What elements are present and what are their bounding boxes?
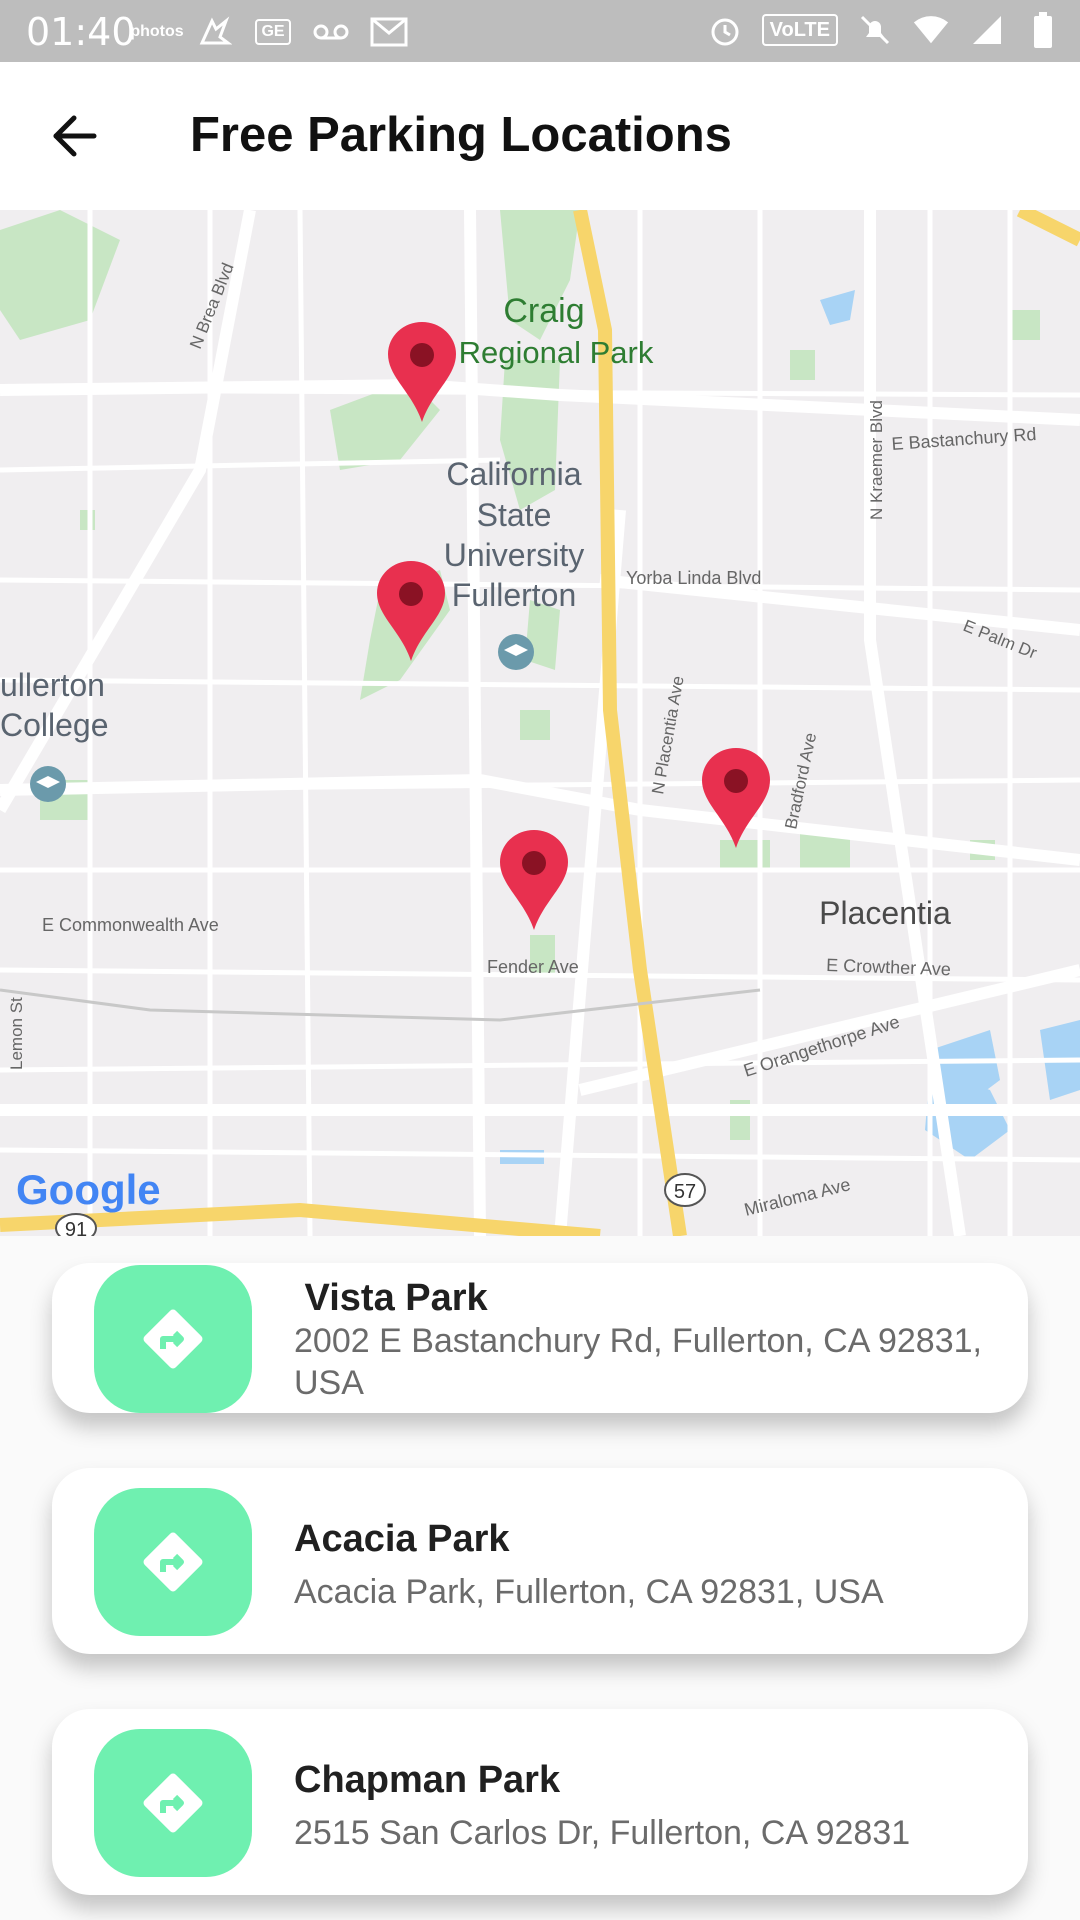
park-name: Vista Park (294, 1277, 488, 1319)
google-logo: Google (16, 1166, 161, 1213)
label-fender-ave: Fender Ave (487, 957, 579, 977)
label-yorba-linda: Yorba Linda Blvd (626, 568, 761, 588)
label-craig: Craig (503, 292, 584, 330)
google-logo-text: Google (16, 1166, 161, 1213)
park-card-acacia[interactable]: Acacia Park Acacia Park, Fullerton, CA 9… (52, 1468, 1028, 1654)
map-canvas: 57 91 Craig Regional Park California Sta… (0, 210, 1080, 1236)
directions-button[interactable] (94, 1265, 252, 1413)
label-university: University (444, 537, 584, 573)
directions-icon (143, 1532, 203, 1592)
svg-text:91: 91 (65, 1219, 87, 1236)
park-address: 2515 San Carlos Dr, Fullerton, CA 92831 (294, 1814, 911, 1852)
label-kraemer: N Kraemer Blvd (867, 400, 886, 520)
label-regional-park: Regional Park (459, 335, 654, 370)
park-name: Chapman Park (294, 1759, 561, 1801)
battery-icon (1024, 12, 1062, 48)
hwy-57-shield: 57 (664, 1173, 706, 1207)
label-lemon-st: Lemon St (7, 997, 26, 1070)
alarm-icon (706, 12, 744, 48)
label-fullerton-college-1: ullerton (0, 667, 105, 703)
park-card-chapman[interactable]: Chapman Park 2515 San Carlos Dr, Fullert… (52, 1709, 1028, 1895)
directions-icon (143, 1773, 203, 1833)
photos-icon: photos (130, 23, 184, 40)
ge-icon: GE (254, 14, 292, 50)
park-address: 2002 E Bastanchury Rd, Fullerton, CA 928… (294, 1322, 982, 1402)
page-title: Free Parking Locations (190, 108, 732, 162)
label-placentia: Placentia (819, 895, 951, 931)
ge-label: GE (255, 19, 291, 45)
status-time: 01:40 (26, 10, 136, 54)
signal-icon (968, 12, 1006, 48)
volte-icon: VoLTE (761, 14, 838, 46)
wifi-icon (912, 12, 950, 48)
label-state: State (477, 497, 552, 533)
back-button[interactable] (40, 102, 108, 170)
park-address: Acacia Park, Fullerton, CA 92831, USA (294, 1573, 884, 1611)
app-bar: Free Parking Locations (0, 62, 1080, 210)
label-fullerton-college-2: College (0, 707, 109, 743)
directions-button[interactable] (94, 1729, 252, 1877)
label-commonwealth: E Commonwealth Ave (42, 915, 219, 935)
school-icon (498, 634, 534, 670)
park-name: Acacia Park (294, 1518, 510, 1560)
park-card-vista[interactable]: Vista Park 2002 E Bastanchury Rd, Fuller… (52, 1263, 1028, 1413)
label-fullerton: Fullerton (452, 577, 577, 613)
school-icon (30, 766, 66, 802)
mute-icon (856, 12, 894, 48)
gmail-icon (370, 14, 408, 50)
app-icon (196, 14, 234, 50)
map-view[interactable]: 57 91 Craig Regional Park California Sta… (0, 210, 1080, 1236)
svg-text:57: 57 (674, 1181, 696, 1203)
label-california: California (446, 456, 581, 492)
voicemail-icon (312, 14, 350, 50)
status-bar: 01:40 photos GE VoLTE (0, 0, 1080, 62)
hwy-91-shield: 91 (55, 1213, 97, 1236)
arrow-back-icon (53, 115, 97, 157)
directions-icon (143, 1309, 203, 1369)
directions-button[interactable] (94, 1488, 252, 1636)
